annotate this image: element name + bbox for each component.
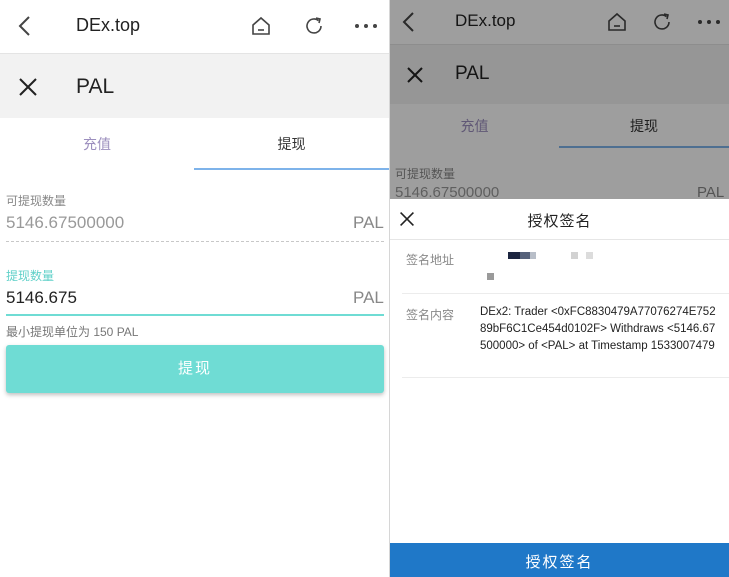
sign-content-text: DEx2: Trader <0xFC8830479A77076274E75289… xyxy=(480,306,716,352)
divider xyxy=(402,293,729,294)
sheet-header: 授权签名 xyxy=(390,199,729,240)
divider xyxy=(6,241,384,242)
authorize-sign-button[interactable]: 授权签名 xyxy=(390,543,729,577)
sign-sheet: 授权签名 签名地址 签名内容 DEx2: Trader <0xFC8830479… xyxy=(390,199,729,577)
modal-overlay[interactable] xyxy=(390,0,729,199)
close-icon[interactable] xyxy=(18,77,38,97)
active-tab-indicator xyxy=(194,168,389,170)
more-icon[interactable] xyxy=(354,14,378,38)
back-arrow-icon[interactable] xyxy=(14,14,38,38)
amount-input[interactable]: 5146.675 xyxy=(6,288,77,308)
withdraw-screen: DEx.top PAL 充值 提现 可提现数量 5146.67500000 PA… xyxy=(0,0,389,577)
home-icon[interactable] xyxy=(249,14,273,38)
browser-topbar: DEx.top xyxy=(0,0,389,52)
tab-withdraw[interactable]: 提现 xyxy=(194,134,389,154)
sign-address-label: 签名地址 xyxy=(406,253,455,267)
refresh-icon[interactable] xyxy=(302,14,326,38)
sign-authorization-screen: DEx.top PAL 充值 提现 可提现数量 5146.67500000 PA… xyxy=(390,0,729,577)
token-symbol: PAL xyxy=(76,75,115,98)
min-withdraw-hint: 最小提现单位为 150 PAL xyxy=(6,325,139,339)
amount-unit: PAL xyxy=(353,288,384,307)
available-label: 可提现数量 xyxy=(6,194,67,208)
page-title: DEx.top xyxy=(76,15,141,35)
available-value: 5146.67500000 xyxy=(6,213,125,232)
amount-label: 提现数量 xyxy=(6,269,55,283)
token-header: PAL xyxy=(0,53,389,118)
withdraw-button[interactable]: 提现 xyxy=(6,345,384,393)
tab-deposit[interactable]: 充值 xyxy=(0,134,194,154)
amount-input-underline xyxy=(6,314,384,316)
sheet-title: 授权签名 xyxy=(527,213,592,230)
divider xyxy=(402,377,729,378)
sign-content-label: 签名内容 xyxy=(406,308,455,322)
available-unit: PAL xyxy=(353,213,384,232)
